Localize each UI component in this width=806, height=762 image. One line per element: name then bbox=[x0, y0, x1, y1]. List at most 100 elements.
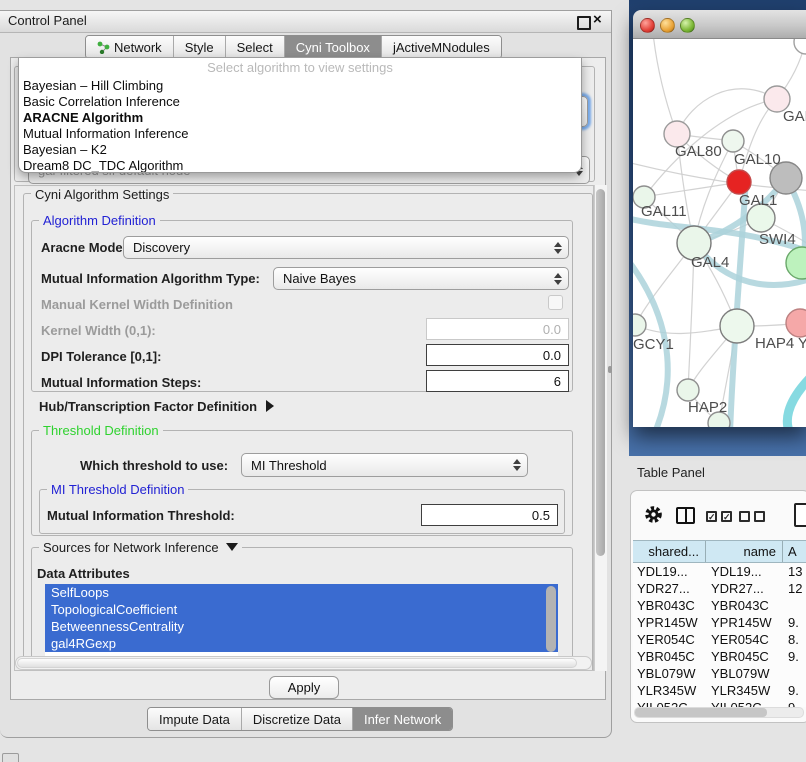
zoom-traffic-light-icon[interactable] bbox=[680, 18, 695, 33]
table-row[interactable]: YIL052CYIL052C9. bbox=[633, 699, 806, 707]
attribute-item[interactable]: BetweennessCentrality bbox=[45, 618, 558, 635]
table-row[interactable]: YBL079WYBL079W bbox=[633, 665, 806, 682]
table-rows[interactable]: YDL19...YDL19...13YDR27...YDR27...12YBR0… bbox=[633, 563, 806, 707]
combo-stepper-icon bbox=[554, 273, 562, 285]
table-cell: YPR145W bbox=[633, 614, 706, 631]
mi-type-value: Naive Bayes bbox=[283, 271, 356, 286]
document-icon[interactable] bbox=[794, 503, 806, 527]
node-label: HAP2 bbox=[688, 399, 727, 416]
network-node[interactable] bbox=[677, 379, 699, 401]
network-node[interactable] bbox=[786, 309, 806, 337]
attribute-item[interactable]: SelfLoops bbox=[45, 584, 558, 601]
column-view-icon[interactable] bbox=[676, 507, 695, 524]
table-row[interactable]: YLR345WYLR345W9. bbox=[633, 682, 806, 699]
column-header[interactable]: A bbox=[783, 541, 806, 562]
mi-type-label: Mutual Information Algorithm Type: bbox=[41, 271, 260, 286]
dropdown-item[interactable]: Dream8 DC_TDC Algorithm bbox=[19, 158, 581, 173]
aracne-mode-combo[interactable]: Discovery bbox=[123, 236, 569, 259]
table-horizontal-scrollbar-thumb[interactable] bbox=[635, 708, 767, 717]
table-row[interactable]: YER054CYER054C8. bbox=[633, 631, 806, 648]
node-label: GAL80 bbox=[675, 143, 722, 160]
attribute-item[interactable]: gal4RGexp bbox=[45, 635, 558, 652]
table-cell: YIL052C bbox=[633, 699, 706, 707]
dropdown-item[interactable]: Mutual Information Inference bbox=[19, 126, 581, 142]
network-edge bbox=[787, 371, 806, 427]
column-header[interactable]: name bbox=[706, 541, 783, 562]
close-traffic-light-icon[interactable] bbox=[640, 18, 655, 33]
dropdown-item[interactable]: Bayesian – K2 bbox=[19, 142, 581, 158]
sources-toggle[interactable]: Sources for Network Inference bbox=[39, 540, 242, 555]
manual-kernel-checkbox[interactable] bbox=[548, 295, 563, 310]
tab-network[interactable]: Network bbox=[86, 36, 173, 58]
mi-steps-field[interactable]: 6 bbox=[426, 370, 569, 392]
tab-jactivemnodules[interactable]: jActiveMNodules bbox=[381, 36, 501, 58]
table-cell: 9. bbox=[783, 682, 806, 699]
deselect-all-checkboxes-icon[interactable] bbox=[739, 511, 765, 522]
network-node[interactable] bbox=[727, 170, 751, 194]
cyni-settings-title: Cyni Algorithm Settings bbox=[31, 187, 173, 202]
network-window-titlebar[interactable] bbox=[633, 10, 806, 39]
attributes-scrollbar[interactable] bbox=[546, 586, 556, 652]
node-label: SWI4 bbox=[759, 231, 796, 248]
table-cell: YPR145W bbox=[706, 614, 783, 631]
tab-infer-network[interactable]: Infer Network bbox=[352, 708, 452, 730]
mi-threshold-field[interactable]: 0.5 bbox=[421, 504, 558, 526]
tab-cyni-toolbox[interactable]: Cyni Toolbox bbox=[284, 36, 381, 58]
minimize-traffic-light-icon[interactable] bbox=[660, 18, 675, 33]
table-cell: YBR043C bbox=[706, 597, 783, 614]
gear-icon[interactable] bbox=[644, 505, 663, 524]
tab-label: Discretize Data bbox=[253, 712, 341, 727]
apply-button[interactable]: Apply bbox=[269, 676, 339, 699]
node-label: GAL11 bbox=[641, 203, 687, 220]
network-edge bbox=[730, 179, 746, 427]
select-all-checkboxes-icon[interactable]: ✓✓ bbox=[706, 511, 732, 522]
tab-impute-data[interactable]: Impute Data bbox=[148, 708, 241, 730]
network-node[interactable] bbox=[633, 314, 646, 336]
panel-splitter-handle[interactable] bbox=[608, 366, 612, 373]
table-row[interactable]: YBR045CYBR045C9. bbox=[633, 648, 806, 665]
node-label: GAL4 bbox=[691, 254, 729, 271]
which-threshold-combo[interactable]: MI Threshold bbox=[241, 453, 528, 477]
table-row[interactable]: YBR043CYBR043C bbox=[633, 597, 806, 614]
table-row[interactable]: YPR145WYPR145W9. bbox=[633, 614, 806, 631]
manual-kernel-label: Manual Kernel Width Definition bbox=[41, 297, 233, 312]
node-label: GAL7 bbox=[783, 108, 806, 125]
screen: GAL7GAL80GAL10GAL11GAL1SWI4GAL4GCY1HAP4Y… bbox=[0, 0, 806, 762]
column-header[interactable]: shared... bbox=[633, 541, 706, 562]
attribute-item[interactable]: TopologicalCoefficient bbox=[45, 601, 558, 618]
close-icon[interactable]: × bbox=[593, 11, 602, 28]
tab-select[interactable]: Select bbox=[225, 36, 284, 58]
settings-horizontal-scrollbar-thumb[interactable] bbox=[17, 658, 577, 668]
network-canvas[interactable]: GAL7GAL80GAL10GAL11GAL1SWI4GAL4GCY1HAP4Y… bbox=[633, 39, 806, 427]
hub-definition-toggle[interactable]: Hub/Transcription Factor Definition bbox=[39, 399, 274, 414]
table-cell bbox=[783, 665, 806, 682]
network-edge bbox=[677, 89, 777, 134]
dropdown-item[interactable]: ARACNE Algorithm bbox=[19, 110, 581, 126]
tab-discretize-data[interactable]: Discretize Data bbox=[241, 708, 352, 730]
mi-steps-label: Mutual Information Steps: bbox=[41, 375, 201, 390]
threshold-definition-title: Threshold Definition bbox=[39, 423, 163, 438]
dock-panel-button[interactable] bbox=[2, 753, 19, 762]
dpi-tolerance-field[interactable]: 0.0 bbox=[426, 344, 569, 366]
table-row[interactable]: YDR27...YDR27...12 bbox=[633, 580, 806, 597]
mi-type-combo[interactable]: Naive Bayes bbox=[273, 267, 569, 290]
table-cell: 9. bbox=[783, 648, 806, 665]
cyni-bottom-tabs: Impute Data Discretize Data Infer Network bbox=[147, 707, 453, 731]
expand-right-icon bbox=[266, 400, 274, 412]
network-node[interactable] bbox=[786, 247, 806, 279]
dropdown-item[interactable]: Bayesian – Hill Climbing bbox=[19, 78, 581, 94]
float-window-icon[interactable] bbox=[577, 16, 591, 30]
kernel-width-field[interactable]: 0.0 bbox=[426, 318, 569, 340]
settings-vertical-scrollbar-thumb[interactable] bbox=[596, 189, 605, 556]
dropdown-item[interactable]: Basic Correlation Inference bbox=[19, 94, 581, 110]
data-attributes-list[interactable]: SelfLoopsTopologicalCoefficientBetweenne… bbox=[45, 584, 558, 657]
network-node[interactable] bbox=[722, 130, 744, 152]
algorithm-dropdown-popup: Select algorithm to view settings Bayesi… bbox=[18, 58, 582, 173]
table-cell: YER054C bbox=[706, 631, 783, 648]
network-node[interactable] bbox=[794, 39, 806, 54]
table-header[interactable]: shared...nameA bbox=[633, 540, 806, 563]
table-row[interactable]: YDL19...YDL19...13 bbox=[633, 563, 806, 580]
control-panel-titlebar[interactable] bbox=[0, 11, 611, 33]
tab-style[interactable]: Style bbox=[173, 36, 225, 58]
network-node[interactable] bbox=[720, 309, 754, 343]
